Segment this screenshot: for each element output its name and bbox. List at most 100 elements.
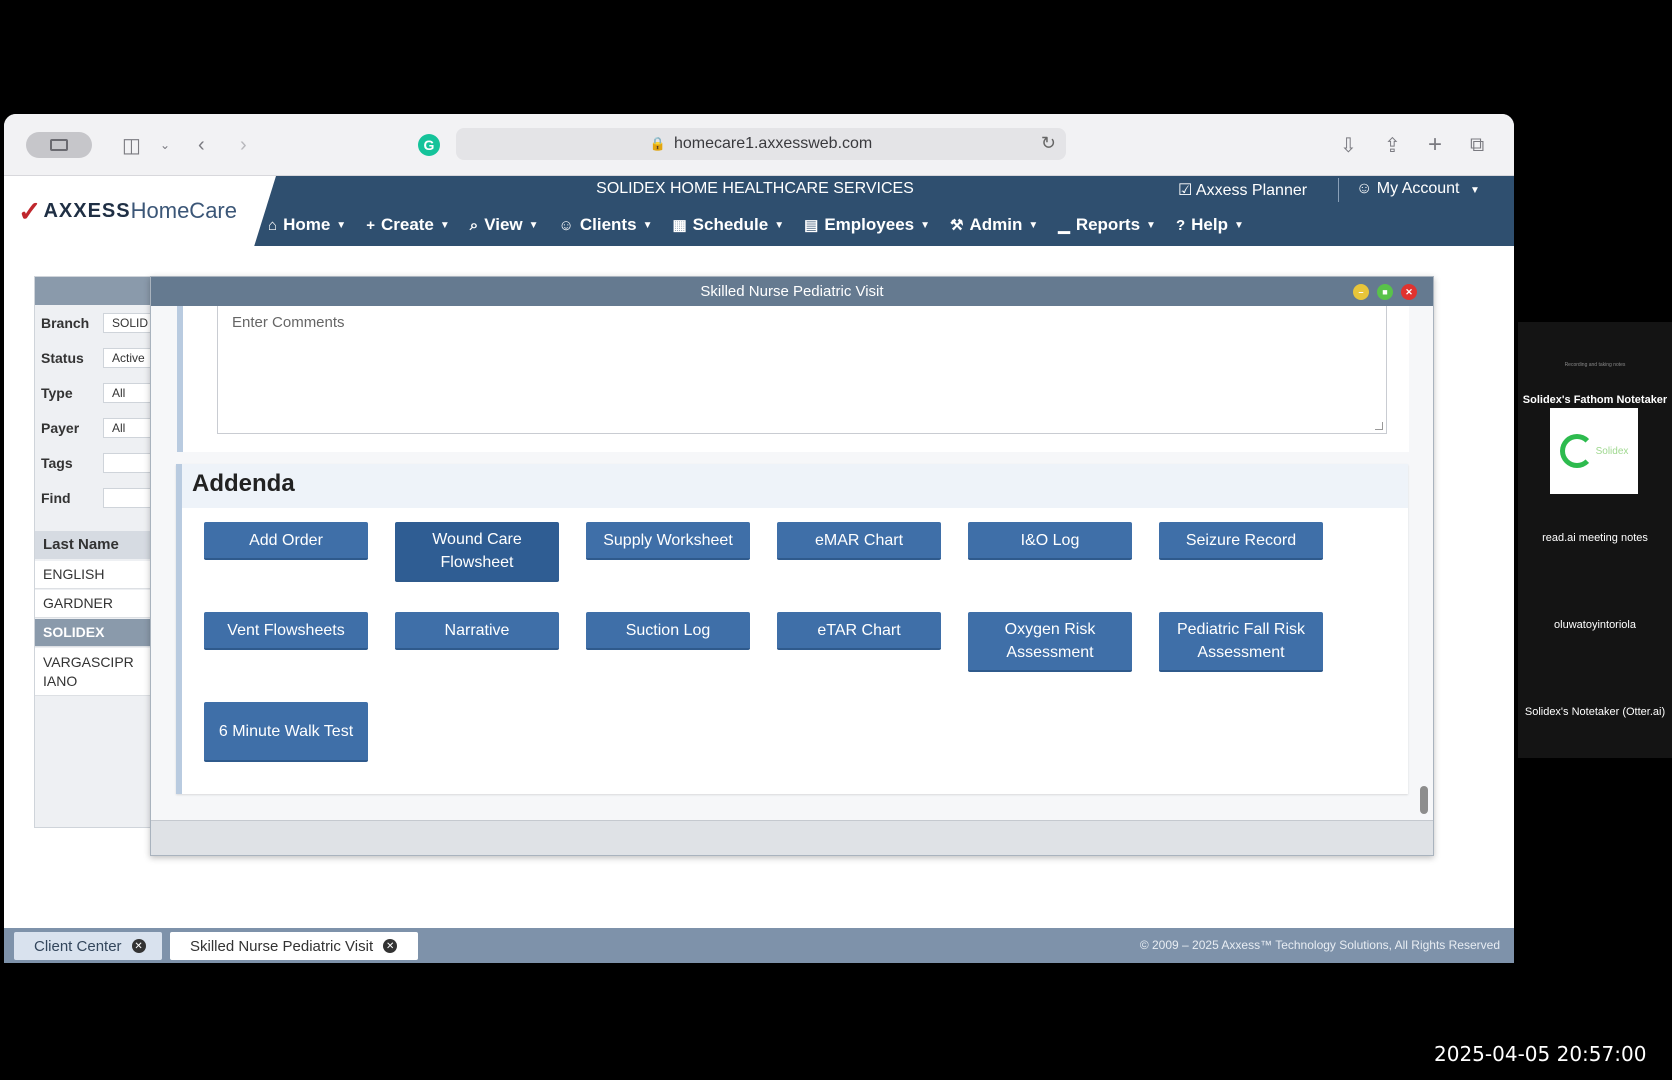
comments-textarea[interactable]: Enter Comments [217, 306, 1387, 434]
tab-label: Client Center [34, 937, 122, 955]
comments-section: Enter Comments [177, 306, 1409, 452]
back-icon[interactable]: ‹ [198, 132, 205, 158]
filter-label: Find [41, 490, 71, 506]
bottom-tab-skilled-nurse-visit[interactable]: Skilled Nurse Pediatric Visit ✕ [170, 932, 418, 960]
nav-icon: ⚒ [950, 217, 964, 234]
tabs-overview-icon[interactable]: ⧉ [1470, 132, 1484, 158]
logo-ring-icon [1559, 434, 1594, 468]
caret-down-icon: ▼ [1028, 219, 1039, 231]
address-bar[interactable]: 🔒 homecare1.axxessweb.com ↻ [456, 128, 1066, 160]
addenda-button-suction-log[interactable]: Suction Log [586, 612, 750, 650]
filter-label: Type [41, 385, 73, 401]
forward-icon[interactable]: › [240, 132, 247, 158]
participant-name: Solidex's Fathom Notetaker [1522, 394, 1668, 406]
recording-timestamp: 2025-04-05 20:57:00 [1434, 1042, 1647, 1066]
window-footer [151, 820, 1433, 855]
nav-label: View [484, 215, 523, 234]
nav-icon: ☺ [558, 216, 574, 234]
nav-label: Reports [1075, 215, 1141, 234]
nav-icon: ⌕ [469, 216, 479, 234]
addenda-button-etar-chart[interactable]: eTAR Chart [777, 612, 941, 650]
url-text: homecare1.axxessweb.com [673, 135, 873, 152]
copyright-text: © 2009 – 2025 Axxess™ Technology Solutio… [1139, 938, 1500, 952]
nav-create[interactable]: + Create ▼ [366, 212, 450, 238]
axxess-planner-link[interactable]: ☑ Axxess Planner [1178, 180, 1307, 200]
resize-grip-icon[interactable] [1375, 422, 1383, 430]
nav-help[interactable]: ? Help ▼ [1176, 212, 1244, 238]
screen: ◫ ⌄ ‹ › G 🔒 homecare1.axxessweb.com ↻ ⇩ … [0, 0, 1672, 1080]
client-row[interactable]: GARDNER [35, 590, 155, 618]
reload-icon[interactable]: ↻ [1041, 133, 1056, 154]
caret-down-icon: ▼ [439, 219, 450, 231]
planner-label: Axxess Planner [1195, 182, 1308, 199]
addenda-button-wound-care-flowsheet[interactable]: Wound Care Flowsheet [395, 522, 559, 582]
caret-down-icon: ▼ [1233, 219, 1244, 231]
addenda-button-seizure-record[interactable]: Seizure Record [1159, 522, 1323, 560]
grammarly-icon[interactable]: G [418, 134, 440, 156]
app-logo[interactable]: ✓ AXXESS HomeCare [4, 176, 276, 246]
download-icon[interactable]: ⇩ [1340, 132, 1357, 158]
account-label: My Account [1376, 180, 1460, 197]
window-icon [50, 139, 68, 151]
nav-label: Help [1191, 215, 1228, 234]
recording-caption: Recording and taking notes [1564, 362, 1626, 368]
nav-label: Home [283, 215, 331, 234]
close-icon[interactable]: ✕ [1401, 284, 1417, 300]
panel-header [35, 277, 153, 305]
addenda-button-vent-flowsheets[interactable]: Vent Flowsheets [204, 612, 368, 650]
nav-label: Create [380, 215, 434, 234]
filter-label: Branch [41, 315, 90, 331]
addenda-section: Addenda Add Order Wound Care Flowsheet Sup… [176, 464, 1408, 794]
browser-toolbar: ◫ ⌄ ‹ › G 🔒 homecare1.axxessweb.com ↻ ⇩ … [4, 114, 1514, 176]
addenda-button-narrative[interactable]: Narrative [395, 612, 559, 650]
bottom-tab-client-center[interactable]: Client Center ✕ [14, 932, 162, 960]
nav-reports[interactable]: ▁ Reports ▼ [1058, 212, 1156, 238]
sidebar-toggle-icon[interactable]: ◫ [122, 132, 141, 158]
nav-admin[interactable]: ⚒ Admin ▼ [950, 212, 1038, 238]
last-name-column-header[interactable]: Last Name [35, 531, 155, 559]
nav-label: Employees [824, 215, 915, 234]
calendar-check-icon: ☑ [1178, 182, 1193, 199]
caret-down-icon: ▼ [336, 219, 347, 231]
user-circle-icon: ☺ [1356, 180, 1373, 197]
client-row[interactable]: SOLIDEX [35, 619, 155, 647]
my-account-menu[interactable]: ☺ My Account ▼ [1356, 180, 1480, 198]
comments-placeholder: Enter Comments [232, 314, 345, 331]
nav-icon: ? [1175, 216, 1186, 234]
nav-employees[interactable]: ▤ Employees ▼ [804, 212, 930, 238]
client-row[interactable]: VARGASCIPR IANO [35, 648, 155, 696]
addenda-button-pediatric-fall-risk-assessment[interactable]: Pediatric Fall Risk Assessment [1159, 612, 1323, 672]
nav-label: Clients [579, 215, 637, 234]
header-divider [1338, 178, 1339, 202]
nav-icon: ▤ [804, 217, 819, 234]
nav-clients[interactable]: ☺ Clients ▼ [559, 212, 653, 238]
chevron-down-icon[interactable]: ⌄ [160, 132, 170, 158]
filter-label: Status [41, 350, 84, 366]
nav-view[interactable]: ⌕ View ▼ [470, 212, 539, 238]
tab-label: Skilled Nurse Pediatric Visit [190, 937, 374, 955]
close-tab-icon[interactable]: ✕ [383, 939, 398, 953]
tab-overview-button[interactable] [26, 132, 92, 158]
caret-down-icon: ▼ [920, 219, 931, 231]
participant-name: Solidex's Notetaker (Otter.ai) [1524, 706, 1666, 718]
addenda-button-add-order[interactable]: Add Order [204, 522, 368, 560]
maximize-icon[interactable]: ■ [1377, 284, 1393, 300]
logo-text-homecare: HomeCare [130, 198, 237, 223]
nav-home[interactable]: ⌂ Home ▼ [268, 212, 346, 238]
share-icon[interactable]: ⇪ [1384, 132, 1401, 158]
close-tab-icon[interactable]: ✕ [131, 939, 146, 953]
addenda-button-supply-worksheet[interactable]: Supply Worksheet [586, 522, 750, 560]
nav-schedule[interactable]: ▦ Schedule ▼ [672, 212, 784, 238]
addenda-button-i-o-log[interactable]: I&O Log [968, 522, 1132, 560]
logo-mark-icon: ✓ [18, 195, 42, 227]
client-row[interactable]: ENGLISH [35, 561, 155, 589]
addenda-button-emar-chart[interactable]: eMAR Chart [777, 522, 941, 560]
modal-scrollbar[interactable] [1420, 786, 1428, 814]
new-tab-icon[interactable]: + [1428, 131, 1442, 158]
window-title: Skilled Nurse Pediatric Visit [151, 277, 1433, 306]
lock-icon: 🔒 [649, 136, 666, 151]
minimize-icon[interactable]: – [1353, 284, 1369, 300]
addenda-button-6-minute-walk-test[interactable]: 6 Minute Walk Test [204, 702, 368, 762]
nav-label: Admin [969, 215, 1023, 234]
addenda-button-oxygen-risk-assessment[interactable]: Oxygen Risk Assessment [968, 612, 1132, 672]
